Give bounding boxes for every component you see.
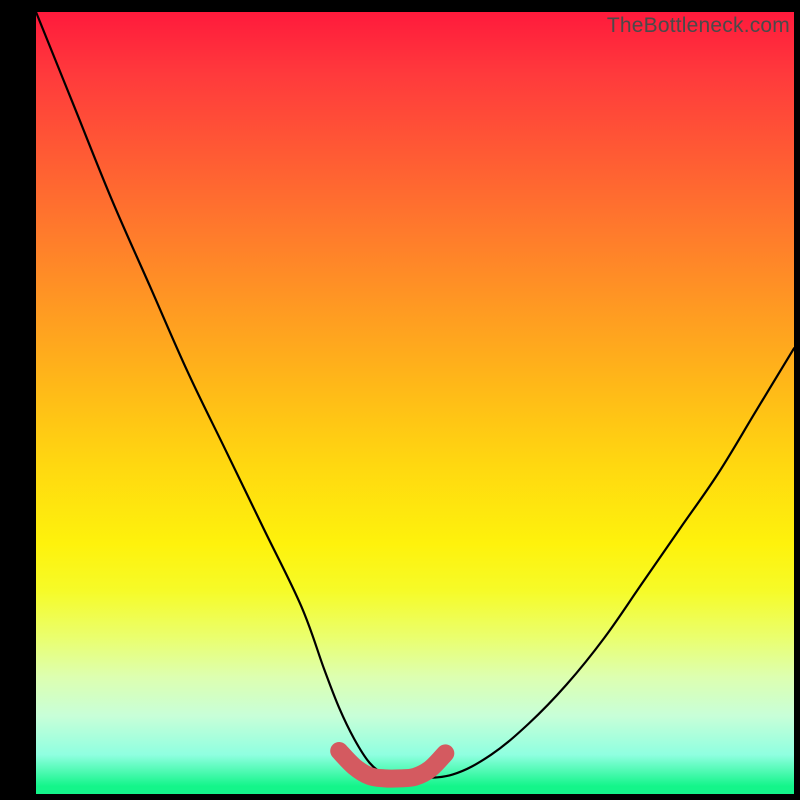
chart-frame: TheBottleneck.com xyxy=(0,0,800,800)
bottleneck-curve xyxy=(36,12,794,779)
watermark-text: TheBottleneck.com xyxy=(607,14,790,38)
optimal-band-marker xyxy=(339,751,445,779)
chart-overlay-svg xyxy=(0,0,800,800)
